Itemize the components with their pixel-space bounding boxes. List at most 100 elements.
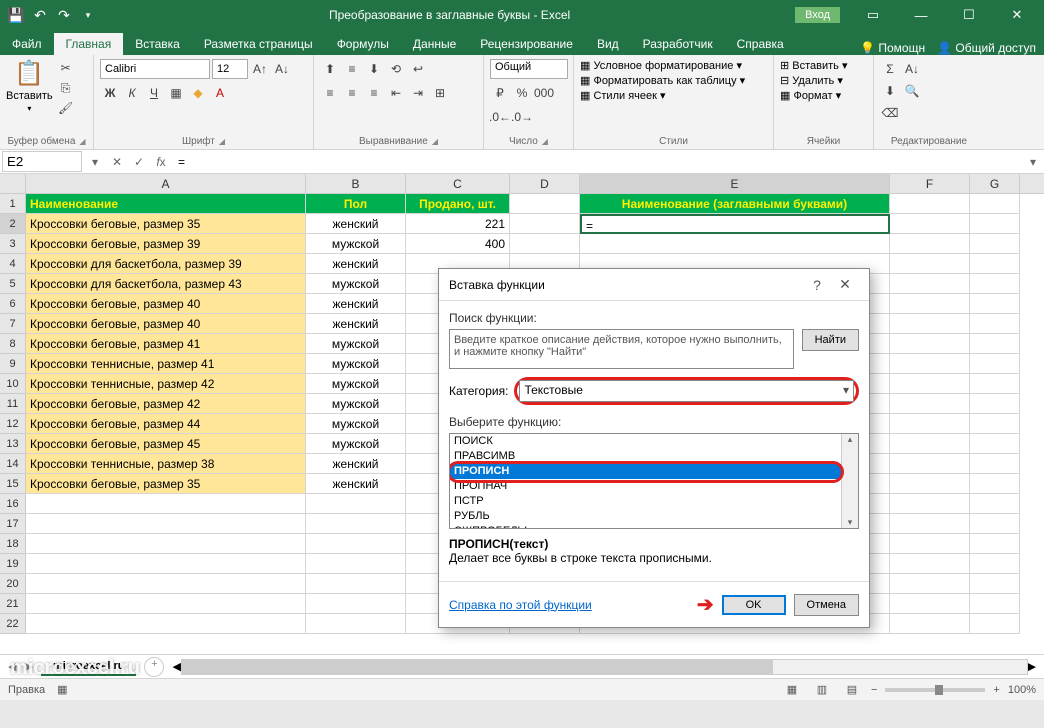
row-header[interactable]: 12 [0, 414, 26, 434]
row-header[interactable]: 21 [0, 594, 26, 614]
delete-cells-button[interactable]: ⊟ Удалить ▾ [780, 74, 843, 87]
orientation-icon[interactable]: ⟲ [386, 59, 406, 79]
zoom-level[interactable]: 100% [1008, 684, 1036, 696]
cell-A4[interactable]: Кроссовки для баскетбола, размер 39 [26, 254, 306, 274]
category-select[interactable]: Текстовые [519, 380, 854, 402]
save-icon[interactable]: 💾 [8, 7, 24, 23]
function-list-item[interactable]: РУБЛЬ [450, 509, 858, 524]
cell-A13[interactable]: Кроссовки беговые, размер 45 [26, 434, 306, 454]
row-header[interactable]: 2 [0, 214, 26, 234]
cell-B20[interactable] [306, 574, 406, 594]
underline-icon[interactable]: Ч [144, 83, 164, 103]
cell-A5[interactable]: Кроссовки для баскетбола, размер 43 [26, 274, 306, 294]
cell-F1[interactable] [890, 194, 970, 214]
clear-icon[interactable]: ⌫ [880, 103, 900, 123]
cell-G1[interactable] [970, 194, 1020, 214]
row-header[interactable]: 18 [0, 534, 26, 554]
bold-icon[interactable]: Ж [100, 83, 120, 103]
tab-developer[interactable]: Разработчик [631, 33, 725, 55]
cell-B19[interactable] [306, 554, 406, 574]
cell-F8[interactable] [890, 334, 970, 354]
find-button[interactable]: Найти [802, 329, 859, 351]
cell-G11[interactable] [970, 394, 1020, 414]
cell-C2[interactable]: 221 [406, 214, 510, 234]
decrease-indent-icon[interactable]: ⇤ [386, 83, 406, 103]
cell-G2[interactable] [970, 214, 1020, 234]
cell-G10[interactable] [970, 374, 1020, 394]
decrease-font-icon[interactable]: A↓ [272, 59, 292, 79]
cell-B6[interactable]: женский [306, 294, 406, 314]
format-cells-button[interactable]: ▦ Формат ▾ [780, 89, 841, 102]
cell-G21[interactable] [970, 594, 1020, 614]
row-header[interactable]: 16 [0, 494, 26, 514]
cell-B2[interactable]: женский [306, 214, 406, 234]
cell-A2[interactable]: Кроссовки беговые, размер 35 [26, 214, 306, 234]
cell-A17[interactable] [26, 514, 306, 534]
row-header[interactable]: 3 [0, 234, 26, 254]
cell-F13[interactable] [890, 434, 970, 454]
cell-A20[interactable] [26, 574, 306, 594]
cut-icon[interactable]: ✂ [57, 59, 75, 77]
cell-A8[interactable]: Кроссовки беговые, размер 41 [26, 334, 306, 354]
align-center-icon[interactable]: ≡ [342, 83, 362, 103]
cell-F14[interactable] [890, 454, 970, 474]
number-format-select[interactable]: Общий [490, 59, 568, 79]
cell-B1[interactable]: Пол [306, 194, 406, 214]
cell-F2[interactable] [890, 214, 970, 234]
cell-A21[interactable] [26, 594, 306, 614]
cell-B9[interactable]: мужской [306, 354, 406, 374]
cell-G20[interactable] [970, 574, 1020, 594]
tab-insert[interactable]: Вставка [123, 33, 192, 55]
currency-icon[interactable]: ₽ [490, 83, 510, 103]
align-top-icon[interactable]: ⬆ [320, 59, 340, 79]
maximize-icon[interactable]: ☐ [946, 0, 992, 30]
cell-F12[interactable] [890, 414, 970, 434]
row-header[interactable]: 6 [0, 294, 26, 314]
tab-home[interactable]: Главная [54, 33, 124, 55]
paste-button[interactable]: 📋 Вставить ▾ [6, 59, 53, 113]
cell-G22[interactable] [970, 614, 1020, 634]
row-header[interactable]: 19 [0, 554, 26, 574]
cell-G3[interactable] [970, 234, 1020, 254]
format-table-button[interactable]: ▦ Форматировать как таблицу ▾ [580, 74, 745, 87]
clipboard-launcher-icon[interactable]: ◢ [79, 137, 85, 146]
cell-E3[interactable] [580, 234, 890, 254]
dialog-help-icon[interactable]: ? [803, 277, 831, 293]
cell-A16[interactable] [26, 494, 306, 514]
cell-A7[interactable]: Кроссовки беговые, размер 40 [26, 314, 306, 334]
cell-E2[interactable]: = [580, 214, 890, 234]
cell-C1[interactable]: Продано, шт. [406, 194, 510, 214]
cell-A11[interactable]: Кроссовки беговые, размер 42 [26, 394, 306, 414]
cell-B21[interactable] [306, 594, 406, 614]
hscroll-left-icon[interactable]: ◀ [172, 660, 180, 673]
cell-F5[interactable] [890, 274, 970, 294]
cell-F19[interactable] [890, 554, 970, 574]
percent-icon[interactable]: % [512, 83, 532, 103]
cell-B17[interactable] [306, 514, 406, 534]
comma-icon[interactable]: 000 [534, 83, 554, 103]
cell-A22[interactable] [26, 614, 306, 634]
cell-F16[interactable] [890, 494, 970, 514]
row-header[interactable]: 22 [0, 614, 26, 634]
function-list[interactable]: ПОИСКПРАВСИМВПРОПИСНПРОПНАЧПСТРРУБЛЬСЖПР… [449, 433, 859, 529]
col-header-a[interactable]: A [26, 174, 306, 193]
cell-A1[interactable]: Наименование [26, 194, 306, 214]
cell-F9[interactable] [890, 354, 970, 374]
font-color-icon[interactable]: A [210, 83, 230, 103]
login-button[interactable]: Вход [795, 7, 840, 23]
merge-icon[interactable]: ⊞ [430, 83, 450, 103]
row-header[interactable]: 1 [0, 194, 26, 214]
cell-F6[interactable] [890, 294, 970, 314]
copy-icon[interactable]: ⎘ [57, 79, 75, 97]
cell-E1[interactable]: Наименование (заглавными буквами) [580, 194, 890, 214]
font-size-select[interactable] [212, 59, 248, 79]
cell-F20[interactable] [890, 574, 970, 594]
zoom-slider[interactable] [885, 688, 985, 692]
row-header[interactable]: 17 [0, 514, 26, 534]
col-header-f[interactable]: F [890, 174, 970, 193]
ok-button[interactable]: OK [722, 595, 786, 615]
enter-formula-icon[interactable]: ✓ [128, 155, 150, 169]
tab-data[interactable]: Данные [401, 33, 468, 55]
cell-B18[interactable] [306, 534, 406, 554]
font-launcher-icon[interactable]: ◢ [219, 137, 225, 146]
